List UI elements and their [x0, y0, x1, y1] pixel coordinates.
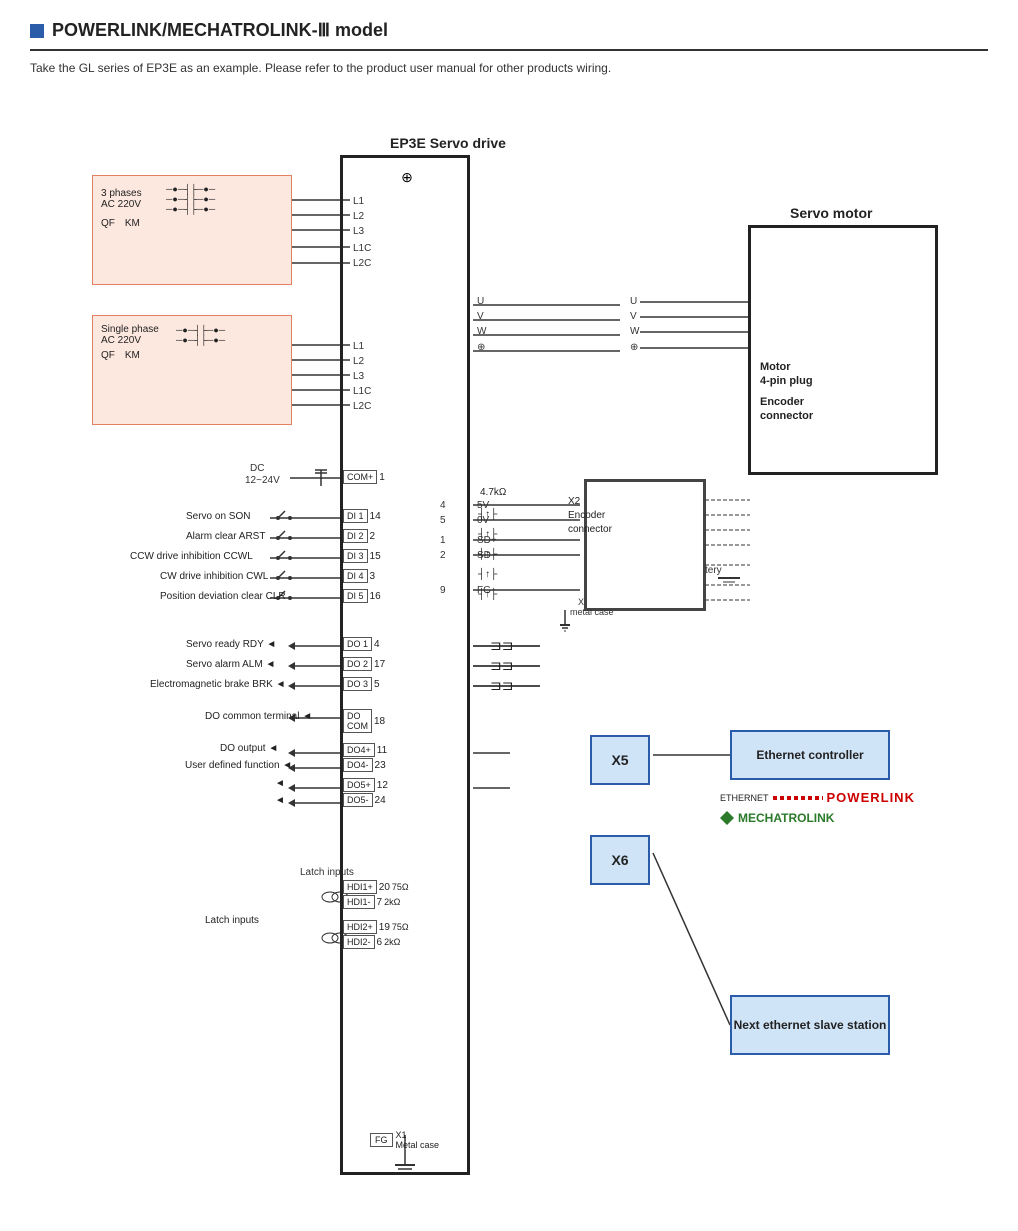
do5m-label: ◄ [275, 795, 285, 806]
hdi1m-box: HDI1- 7 2kΩ [343, 895, 400, 909]
do2-row: Servo alarm ALM ◄ [186, 659, 275, 670]
svg-text:V: V [477, 311, 484, 322]
servo-drive-label: EP3E Servo drive [390, 135, 506, 151]
power-3phase-box: 3 phases AC 220V ─●─┤├─●─ ─●─┤├─●─ ─●─┤├… [92, 175, 292, 285]
do4p-box: DO4+ 11 [343, 743, 387, 757]
hdi1p-box: HDI1+ 20 75Ω [343, 880, 409, 894]
1phase-qf: QF [101, 350, 115, 361]
do-com-row: DO common terminal ◄ [205, 711, 312, 722]
di5-opto: ┤↑├ [478, 589, 497, 600]
1phase-circuit: ─●─┤├─●─ ─●─┤├─●─ [176, 325, 225, 345]
do3-row: Electromagnetic brake BRK ◄ [150, 679, 286, 690]
x2-label: X2Encoderconnector [568, 495, 612, 537]
servo-motor-box [748, 225, 938, 475]
1phase-label: Single phase AC 220V [101, 324, 171, 346]
servo-motor-label: Servo motor [790, 205, 872, 221]
hdi2p-box: HDI2+ 19 75Ω [343, 920, 409, 934]
encoder-connector-label: Encoderconnector [760, 395, 813, 424]
di2-opto: ┤↑├ [478, 529, 497, 540]
do-com-box: DOCOM 18 [343, 709, 385, 733]
do3-box: DO 3 5 [343, 677, 380, 691]
do3-relay: ⊐⊐ [490, 677, 513, 694]
di1-opto: ┤↑├ [478, 509, 497, 520]
do2-box: DO 2 17 [343, 657, 385, 671]
page-title: POWERLINK/MECHATROLINK-Ⅲ model [30, 20, 988, 51]
fg-bottom-box: FG X1Metal case [370, 1130, 439, 1150]
3phase-km: KM [125, 218, 140, 229]
title-icon [30, 24, 44, 38]
hdi2m-box: HDI2- 6 2kΩ [343, 935, 400, 949]
com-plus-label: COM+ 1 [343, 470, 385, 484]
svg-text:⊕: ⊕ [630, 342, 638, 353]
di5-row: Position deviation clear CLR [160, 591, 286, 602]
di5-box: DI 5 16 [343, 589, 381, 603]
subtitle: Take the GL series of EP3E as an example… [30, 61, 988, 75]
di3-opto: ┤↑├ [478, 549, 497, 560]
x6-box: X6 [590, 835, 650, 885]
mechatrolink-logo: MECHATROLINK [738, 811, 834, 825]
motor-4pin-label: Motor4-pin plug [760, 360, 813, 389]
do4p-label: DO output ◄ [220, 743, 278, 754]
3phase-label: 3 phases AC 220V [101, 188, 161, 210]
di2-row: Alarm clear ARST [186, 531, 265, 542]
power-1phase-box: Single phase AC 220V ─●─┤├─●─ ─●─┤├─●─ Q… [92, 315, 292, 425]
di4-opto: ┤↑├ [478, 569, 497, 580]
title-text: POWERLINK/MECHATROLINK-Ⅲ model [52, 20, 388, 41]
diagram: ⊕ L1 L2 L3 L1C L2C L1 L2 L3 L1C L2C U V … [30, 95, 990, 1195]
svg-text:V: V [630, 311, 637, 322]
do5p-label: ◄ [275, 778, 285, 789]
resistor-4k7: 4.7kΩ [480, 487, 506, 498]
latch-inputs-label: Latch inputs [205, 915, 259, 926]
3phase-circuit: ─●─┤├─●─ ─●─┤├─●─ ─●─┤├─●─ [166, 184, 215, 214]
powerlink-area: ETHERNET POWERLINK MECHATROLINK [720, 790, 915, 825]
svg-text:U: U [477, 296, 484, 307]
di3-row: CCW drive inhibition CCWL [130, 551, 253, 562]
do2-relay: ⊐⊐ [490, 657, 513, 674]
svg-text:U: U [630, 296, 637, 307]
di1-row: Servo on SON [186, 511, 250, 522]
next-slave-box: Next ethernet slave station [730, 995, 890, 1055]
svg-text:12~24V: 12~24V [245, 475, 280, 486]
svg-text:W: W [477, 326, 487, 337]
do4m-box: DO4- 23 [343, 758, 386, 772]
di4-row: CW drive inhibition CWL [160, 571, 268, 582]
svg-text:⊕: ⊕ [477, 342, 485, 353]
di1-box: DI 1 14 [343, 509, 381, 523]
do5m-box: DO5- 24 [343, 793, 386, 807]
x5-box: X5 [590, 735, 650, 785]
do1-relay: ⊐⊐ [490, 637, 513, 654]
svg-text:W: W [630, 326, 640, 337]
do1-box: DO 1 4 [343, 637, 380, 651]
do1-row: Servo ready RDY ◄ [186, 639, 276, 650]
ethernet-controller-box: Ethernet controller [730, 730, 890, 780]
di3-box: DI 3 15 [343, 549, 381, 563]
mechatrolink-icon [720, 811, 734, 825]
svg-text:DC: DC [250, 463, 264, 474]
powerlink-logo: POWERLINK [827, 790, 915, 805]
do4m-label: User defined function ◄ [185, 760, 292, 771]
di4-box: DI 4 3 [343, 569, 375, 583]
di2-box: DI 2 2 [343, 529, 375, 543]
3phase-qf: QF [101, 218, 115, 229]
1phase-km: KM [125, 350, 140, 361]
do5p-box: DO5+ 12 [343, 778, 388, 792]
